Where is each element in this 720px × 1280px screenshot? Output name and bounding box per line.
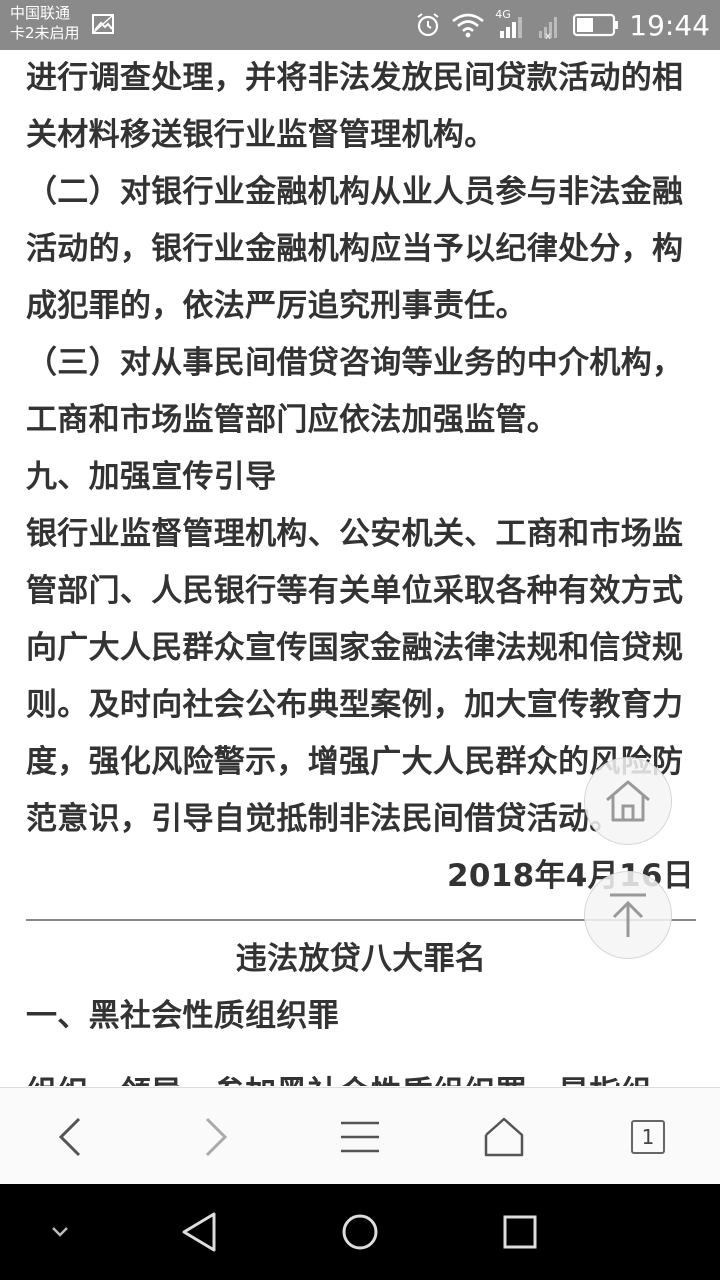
alarm-icon xyxy=(417,13,439,37)
signal-strength-icon xyxy=(500,17,523,38)
floating-home-button[interactable] xyxy=(584,757,672,845)
article-paragraph: （二）对银行业金融机构从业人员参与非法金融活动的，银行业金融机构应当予以纪律处分… xyxy=(26,174,684,324)
tabs-icon: 1 xyxy=(631,1119,665,1154)
chevron-right-icon xyxy=(205,1117,228,1156)
clock: 19:44 xyxy=(629,8,710,42)
chevron-left-icon xyxy=(58,1117,81,1156)
wifi-icon xyxy=(452,13,485,38)
chevron-down-icon xyxy=(52,1227,68,1237)
section-body: 组织、领导、参加黑社会性质组织罪，是指组 xyxy=(26,1065,696,1086)
back-button[interactable] xyxy=(20,1088,120,1185)
menu-button[interactable] xyxy=(310,1088,410,1185)
system-navigation-bar xyxy=(0,1184,720,1280)
system-home-button[interactable] xyxy=(310,1184,410,1280)
article-heading: 九、加强宣传引导 xyxy=(26,459,277,495)
battery-icon xyxy=(573,13,619,37)
home-button[interactable] xyxy=(454,1088,554,1185)
svg-text:x: x xyxy=(545,31,551,40)
signal-sim2-no-service-icon: x xyxy=(539,17,558,40)
article-paragraph: （三）对从事民间借贷咨询等业务的中介机构，工商和市场监管部门应依法加强监管。 xyxy=(26,345,684,438)
browser-toolbar: 1 xyxy=(0,1087,720,1185)
square-recents-icon xyxy=(503,1215,537,1249)
menu-icon xyxy=(341,1121,379,1152)
forward-button[interactable] xyxy=(166,1088,266,1185)
section-heading: 一、黑社会性质组织罪 xyxy=(26,998,339,1034)
signal-sim1: 4G xyxy=(495,8,525,40)
sim2-status: 卡2未启用 xyxy=(10,24,80,42)
carrier-name: 中国联通 xyxy=(10,4,71,22)
circle-home-icon xyxy=(342,1214,378,1250)
arrow-up-icon xyxy=(610,893,646,937)
home-icon xyxy=(606,780,650,822)
tabs-button[interactable]: 1 xyxy=(598,1088,698,1185)
system-back-button[interactable] xyxy=(150,1184,250,1280)
home-icon xyxy=(484,1117,524,1156)
scroll-to-top-button[interactable] xyxy=(584,871,672,959)
triangle-back-icon xyxy=(182,1212,216,1252)
carrier-info: 中国联通 卡2未启用 xyxy=(10,3,80,43)
article-paragraph: 进行调查处理，并将非法发放民间贷款活动的相关材料移送银行业监督管理机构。 xyxy=(26,60,684,153)
status-icons: 4G x 19:44 xyxy=(415,0,710,50)
status-bar: 中国联通 卡2未启用 4G x 19:44 xyxy=(0,0,720,50)
image-notification-icon xyxy=(92,14,114,34)
hide-navbar-button[interactable] xyxy=(10,1184,110,1280)
system-recents-button[interactable] xyxy=(470,1184,570,1280)
